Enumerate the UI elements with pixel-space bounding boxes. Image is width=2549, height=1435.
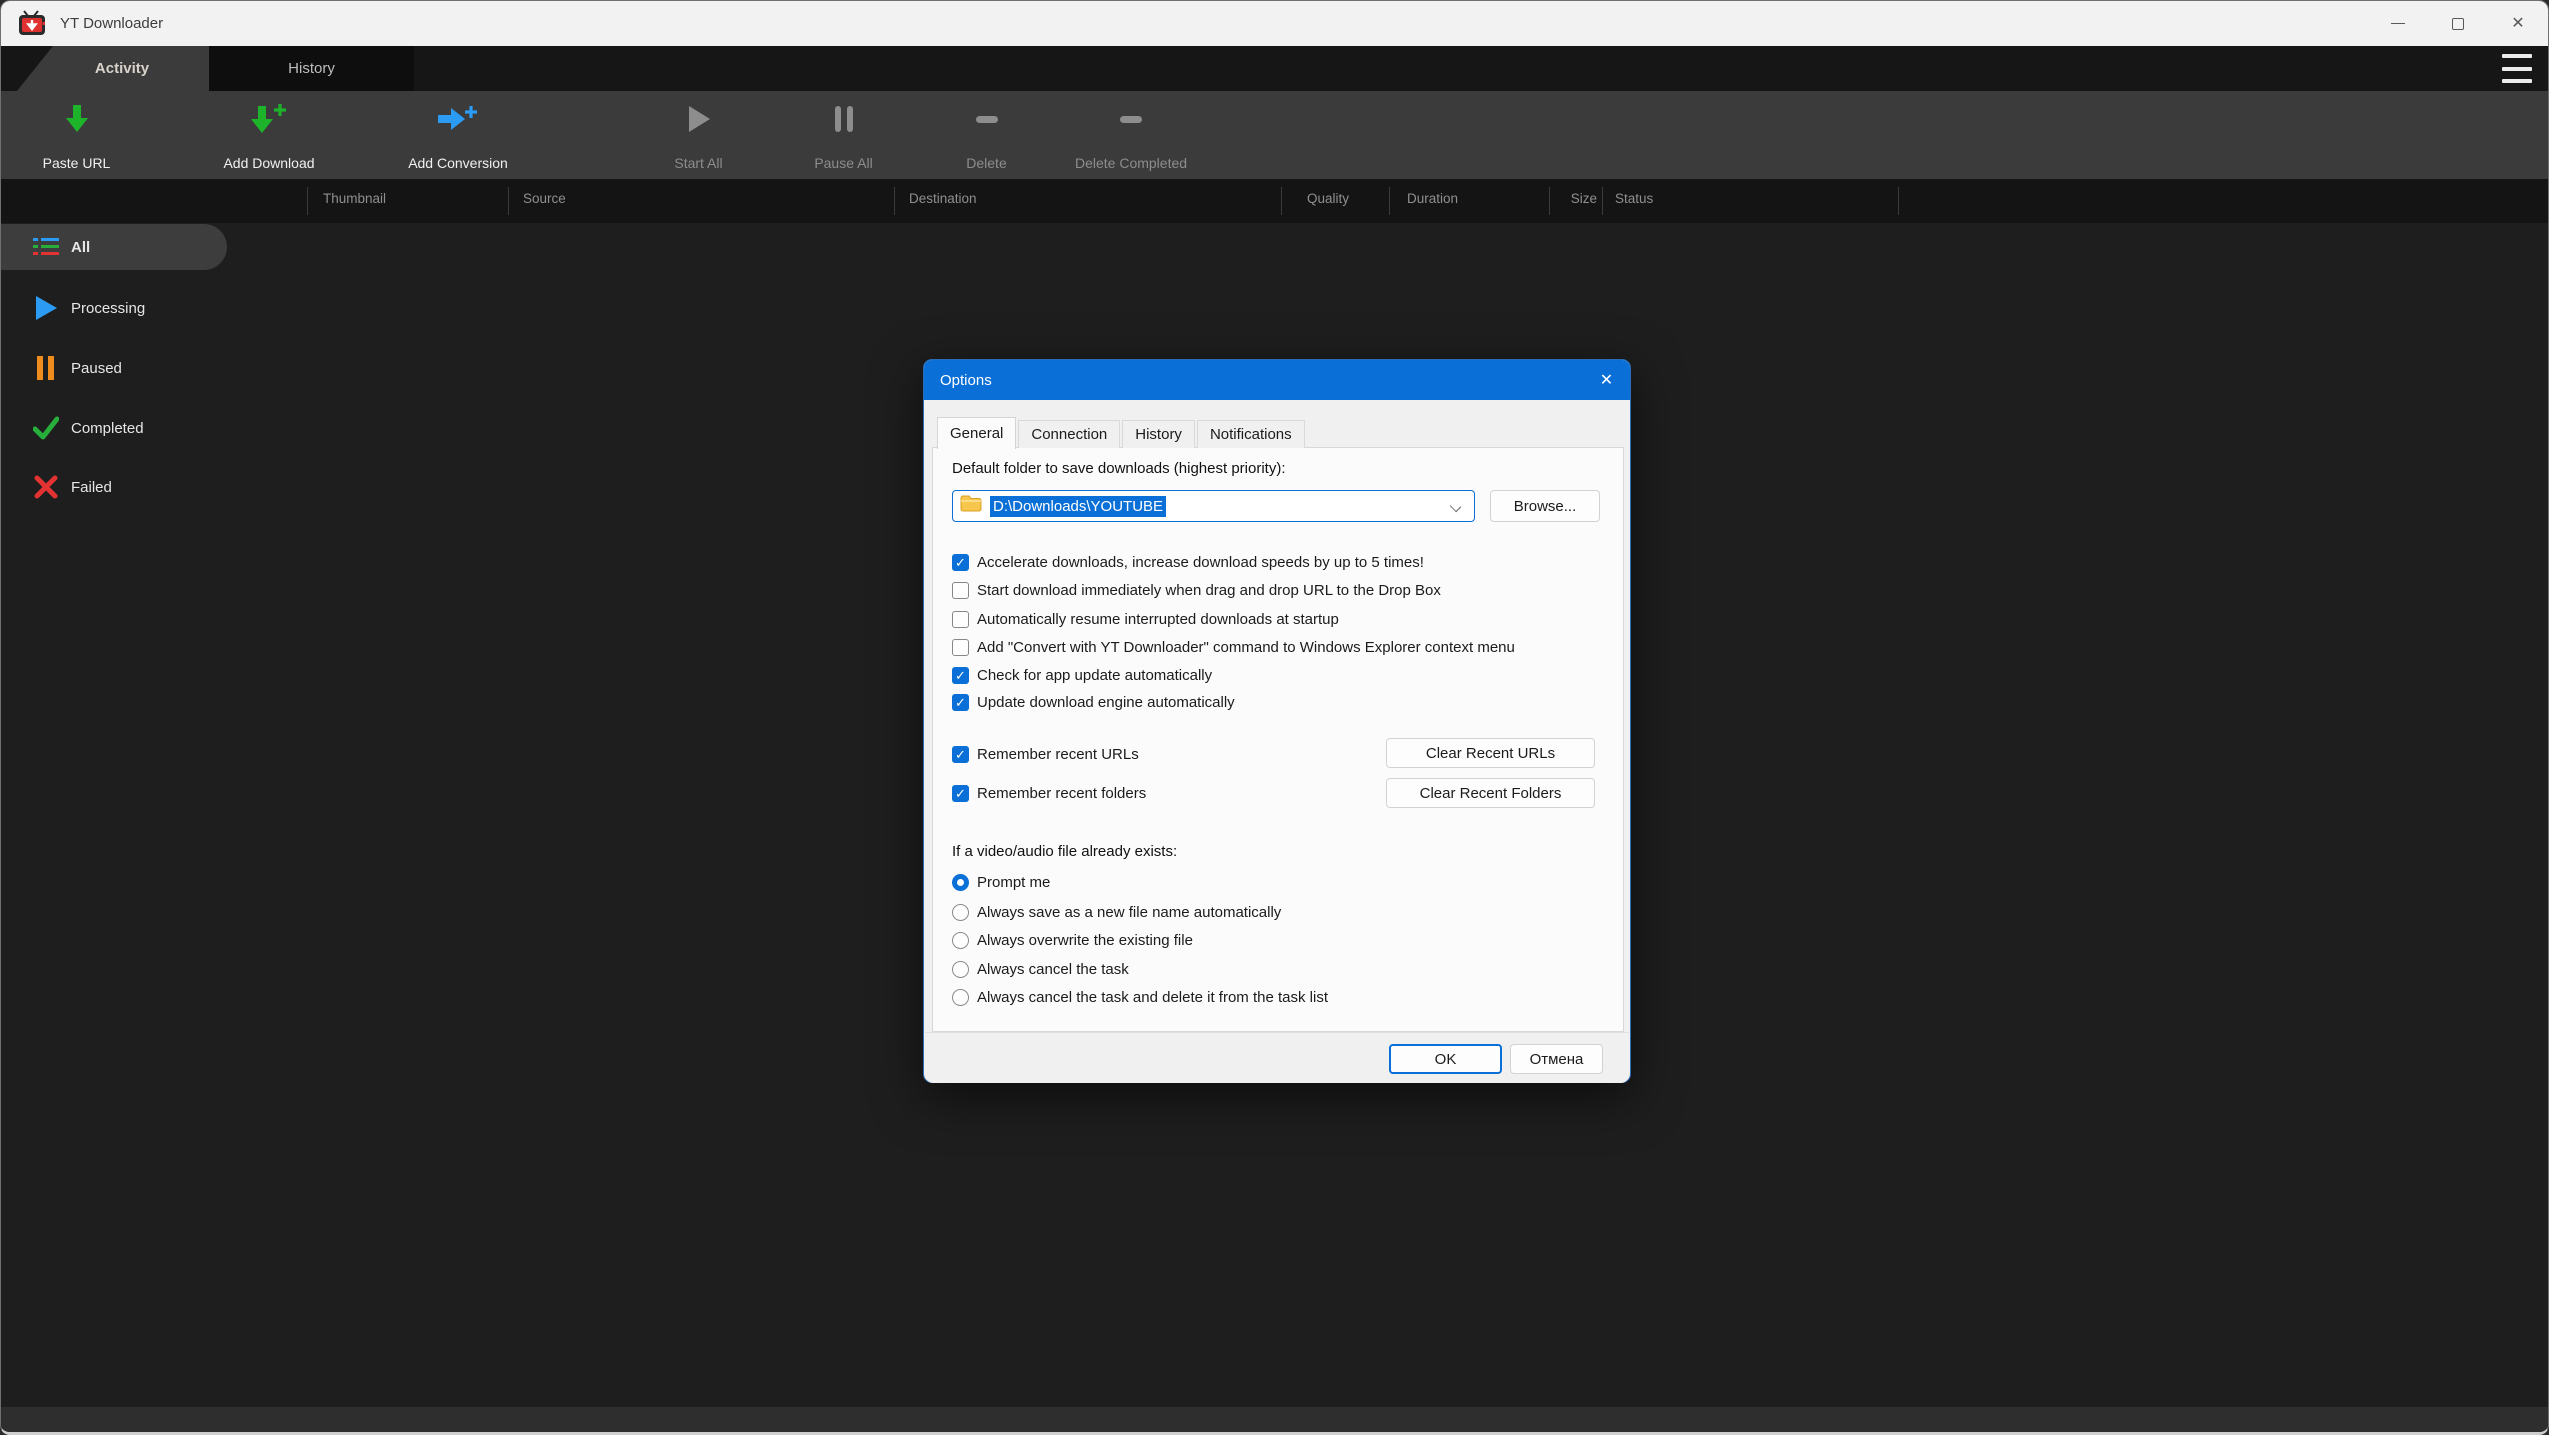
column-source[interactable]: Source	[523, 191, 566, 206]
maximize-button[interactable]	[2428, 1, 2488, 46]
close-button[interactable]: ✕	[2488, 1, 2548, 46]
dialog-tab-connection[interactable]: Connection	[1018, 420, 1120, 448]
radio-overwrite[interactable]: Always overwrite the existing file	[952, 929, 1193, 951]
dialog-title: Options	[940, 372, 992, 389]
delete-button[interactable]: Delete	[939, 101, 1034, 171]
all-filter-icon	[33, 234, 59, 260]
radio-icon[interactable]	[952, 874, 969, 891]
dialog-tabs: General Connection History Notifications	[937, 416, 1307, 448]
dialog-tab-notifications[interactable]: Notifications	[1197, 420, 1305, 448]
default-folder-label: Default folder to save downloads (highes…	[952, 460, 1286, 477]
column-duration[interactable]: Duration	[1407, 191, 1458, 206]
sidebar-item-processing[interactable]: Processing	[1, 285, 281, 331]
default-folder-combobox[interactable]: D:\Downloads\YOUTUBE	[952, 490, 1475, 522]
checkbox-icon[interactable]	[952, 639, 969, 656]
column-destination[interactable]: Destination	[909, 191, 977, 206]
browse-button[interactable]: Browse...	[1490, 490, 1600, 522]
app-window: YT Downloader ✕ Activity History Paste U…	[0, 0, 2549, 1435]
pause-all-button[interactable]: Pause All	[791, 101, 896, 171]
checkbox-app-update[interactable]: Check for app update automatically	[952, 663, 1212, 687]
processing-icon	[33, 295, 59, 321]
checkbox-icon[interactable]	[952, 554, 969, 571]
checkbox-accelerate[interactable]: Accelerate downloads, increase download …	[952, 550, 1424, 574]
column-quality[interactable]: Quality	[1307, 191, 1349, 206]
paused-icon	[33, 355, 59, 381]
sidebar-item-completed[interactable]: Completed	[1, 405, 281, 451]
ok-button[interactable]: OK	[1389, 1044, 1502, 1074]
radio-cancel-task[interactable]: Always cancel the task	[952, 958, 1129, 980]
pause-all-icon	[833, 101, 855, 137]
dialog-close-button[interactable]: ✕	[1583, 360, 1630, 400]
checkbox-engine-update[interactable]: Update download engine automatically	[952, 690, 1235, 714]
tab-history[interactable]: History	[209, 46, 414, 91]
delete-completed-icon	[1118, 101, 1144, 137]
start-all-button[interactable]: Start All	[646, 101, 751, 171]
paste-url-icon	[62, 101, 92, 137]
radio-icon[interactable]	[952, 989, 969, 1006]
minimize-button[interactable]	[2368, 1, 2428, 46]
checkbox-icon[interactable]	[952, 582, 969, 599]
status-bar	[1, 1407, 2548, 1433]
radio-save-new-name[interactable]: Always save as a new file name automatic…	[952, 901, 1281, 923]
tab-activity[interactable]: Activity	[17, 46, 209, 91]
failed-icon	[33, 474, 59, 500]
main-tabbar: Activity History	[1, 46, 2548, 91]
dialog-titlebar: Options ✕	[924, 360, 1630, 400]
checkbox-icon[interactable]	[952, 694, 969, 711]
add-download-icon	[249, 101, 289, 137]
checkbox-context-menu[interactable]: Add "Convert with YT Downloader" command…	[952, 635, 1515, 659]
folder-path-value[interactable]: D:\Downloads\YOUTUBE	[990, 496, 1166, 517]
window-titlebar: YT Downloader ✕	[1, 1, 2548, 46]
clear-recent-urls-button[interactable]: Clear Recent URLs	[1386, 738, 1595, 768]
completed-icon	[33, 415, 59, 441]
app-logo-icon	[18, 10, 48, 38]
radio-cancel-and-delete[interactable]: Always cancel the task and delete it fro…	[952, 986, 1328, 1008]
delete-icon	[974, 101, 1000, 137]
combobox-chevron-down-icon[interactable]	[1450, 501, 1461, 512]
window-title: YT Downloader	[60, 15, 163, 32]
table-header-row: Thumbnail Source Destination Quality Dur…	[1, 179, 2548, 223]
add-conversion-icon	[436, 101, 480, 137]
menu-icon[interactable]	[2502, 54, 2532, 83]
checkbox-remember-folders[interactable]: Remember recent folders	[952, 781, 1146, 805]
minimize-icon	[2391, 23, 2405, 25]
cancel-button[interactable]: Отмена	[1510, 1044, 1603, 1074]
clear-recent-folders-button[interactable]: Clear Recent Folders	[1386, 778, 1595, 808]
column-status[interactable]: Status	[1615, 191, 1653, 206]
sidebar-item-failed[interactable]: Failed	[1, 464, 281, 510]
sidebar-item-all[interactable]: All	[1, 224, 281, 270]
radio-icon[interactable]	[952, 932, 969, 949]
options-dialog: Options ✕ General Connection History Not…	[923, 359, 1631, 1083]
checkbox-auto-resume[interactable]: Automatically resume interrupted downloa…	[952, 607, 1339, 631]
toolbar: Paste URL Add Download Add Conversion St…	[1, 91, 2548, 179]
radio-icon[interactable]	[952, 904, 969, 921]
sidebar-item-paused[interactable]: Paused	[1, 345, 281, 391]
add-download-button[interactable]: Add Download	[209, 101, 329, 171]
start-all-icon	[686, 101, 712, 137]
checkbox-icon[interactable]	[952, 611, 969, 628]
column-thumbnail[interactable]: Thumbnail	[323, 191, 386, 206]
radio-prompt-me[interactable]: Prompt me	[952, 871, 1050, 893]
paste-url-button[interactable]: Paste URL	[29, 101, 124, 171]
close-icon: ✕	[2511, 16, 2524, 32]
checkbox-icon[interactable]	[952, 785, 969, 802]
add-conversion-button[interactable]: Add Conversion	[393, 101, 523, 171]
checkbox-remember-urls[interactable]: Remember recent URLs	[952, 742, 1139, 766]
delete-completed-button[interactable]: Delete Completed	[1056, 101, 1206, 171]
checkbox-icon[interactable]	[952, 667, 969, 684]
checkbox-start-on-drop[interactable]: Start download immediately when drag and…	[952, 578, 1441, 602]
checkbox-icon[interactable]	[952, 746, 969, 763]
column-size[interactable]: Size	[1541, 191, 1597, 206]
dialog-tab-history[interactable]: History	[1122, 420, 1195, 448]
radio-icon[interactable]	[952, 961, 969, 978]
folder-icon	[960, 495, 982, 517]
maximize-icon	[2452, 18, 2464, 30]
dialog-tab-general[interactable]: General	[937, 417, 1016, 449]
file-exists-label: If a video/audio file already exists:	[952, 843, 1177, 860]
dialog-general-page: Default folder to save downloads (highes…	[932, 447, 1624, 1032]
